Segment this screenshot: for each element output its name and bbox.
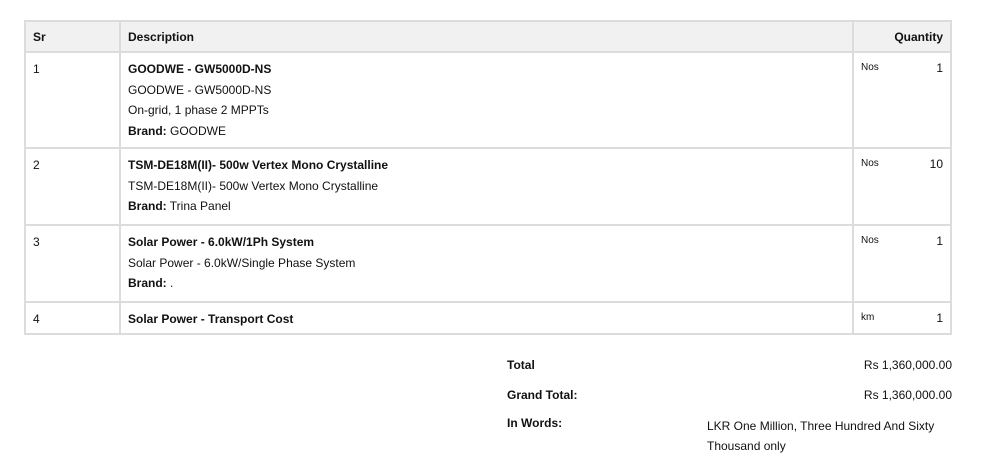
row-sr: 4 (24, 301, 121, 335)
unit-label: km (861, 312, 875, 323)
brand-label: Brand: (128, 276, 167, 290)
table-header-row: Sr Description Quantity (24, 20, 952, 53)
item-brand: Brand: GOODWE (128, 121, 845, 142)
brand-value: Trina Panel (166, 199, 231, 213)
table-row: 2 TSM-DE18M(II)- 500w Vertex Mono Crysta… (24, 147, 952, 226)
item-title: TSM-DE18M(II)- 500w Vertex Mono Crystall… (128, 158, 389, 172)
row-sr: 3 (24, 224, 121, 303)
header-sr: Sr (24, 20, 121, 53)
item-brand: Brand: . (128, 273, 845, 294)
row-description: Solar Power - Transport Cost (119, 301, 854, 335)
header-quantity: Quantity (852, 20, 952, 53)
quantity-value: 1 (936, 234, 943, 248)
row-description: Solar Power - 6.0kW/1Ph System Solar Pow… (119, 224, 854, 303)
row-description: TSM-DE18M(II)- 500w Vertex Mono Crystall… (119, 147, 854, 226)
unit-label: Nos (861, 158, 879, 169)
in-words-value: LKR One Million, Three Hundred And Sixty… (707, 419, 935, 453)
item-detail: TSM-DE18M(II)- 500w Vertex Mono Crystall… (128, 178, 379, 193)
quotation-items-table: Sr Description Quantity 1 GOODWE - GW500… (24, 20, 952, 335)
table-row: 3 Solar Power - 6.0kW/1Ph System Solar P… (24, 224, 952, 303)
row-quantity: Nos 10 (852, 147, 952, 226)
unit-label: Nos (861, 62, 879, 73)
brand-label: Brand: (128, 123, 167, 138)
table-row: 4 Solar Power - Transport Cost km 1 (24, 301, 952, 335)
total-value: Rs 1,360,000.00 (863, 358, 952, 372)
item-title: Solar Power - Transport Cost (128, 312, 294, 326)
item-detail: GOODWE - GW5000D-NS (128, 82, 272, 97)
grand-total-value: Rs 1,360,000.00 (863, 388, 952, 402)
item-title: Solar Power - 6.0kW/1Ph System (128, 235, 315, 249)
row-quantity: km 1 (852, 301, 952, 335)
brand-value: . (166, 276, 174, 290)
row-quantity: Nos 1 (852, 51, 952, 149)
table-row: 1 GOODWE - GW5000D-NS GOODWE - GW5000D-N… (24, 51, 952, 149)
in-words-label: In Words: (507, 416, 563, 430)
item-detail: On-grid, 1 phase 2 MPPTs (128, 103, 269, 117)
quantity-value: 1 (936, 61, 943, 75)
row-sr: 2 (24, 147, 121, 226)
row-quantity: Nos 1 (852, 224, 952, 303)
quantity-value: 10 (929, 157, 943, 171)
quantity-value: 1 (936, 311, 943, 325)
brand-value: GOODWE (166, 123, 227, 138)
row-description: GOODWE - GW5000D-NS GOODWE - GW5000D-NS … (119, 51, 854, 149)
item-detail: Solar Power - 6.0kW/Single Phase System (128, 255, 356, 270)
header-description: Description (119, 20, 854, 53)
total-label: Total (507, 358, 535, 372)
item-brand: Brand: Trina Panel (128, 196, 845, 217)
unit-label: Nos (861, 235, 879, 246)
grand-total-label: Grand Total: (507, 388, 578, 402)
brand-label: Brand: (128, 199, 167, 213)
row-sr: 1 (24, 51, 121, 149)
item-title: GOODWE - GW5000D-NS (128, 62, 272, 76)
